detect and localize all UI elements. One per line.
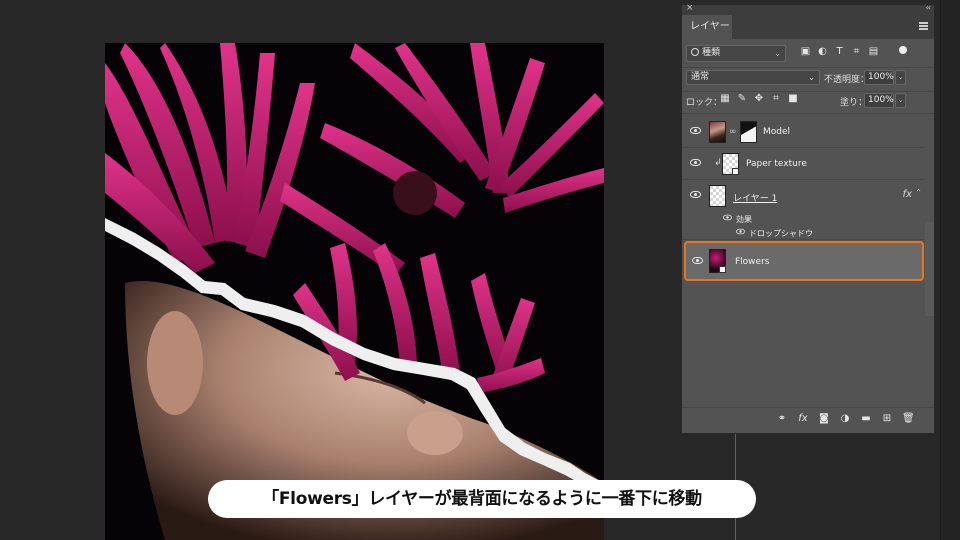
clipping-arrow-icon: ↲ [714, 158, 722, 168]
effects-label: 効果 [736, 215, 752, 224]
delete-layer-icon[interactable]: 🗑 [902, 413, 915, 425]
artwork-image [105, 43, 604, 540]
filter-kind-label: 種類 [702, 48, 721, 58]
layer-thumbnail [709, 185, 726, 207]
effects-visibility-icon[interactable] [723, 214, 732, 221]
layer-name: レイヤー 1 [733, 194, 778, 204]
visibility-eye-icon[interactable] [692, 257, 703, 264]
shape-filter-icon[interactable]: ⌗ [851, 46, 862, 57]
smart-object-badge-icon [719, 266, 726, 273]
lock-paint-icon[interactable]: ✎ [737, 94, 747, 104]
opacity-input[interactable]: 100% [864, 70, 894, 85]
lock-row: ロック： ▦ ✎ ✥ ⌗ ■ 塗り： 100% ⌄ [682, 91, 934, 108]
layers-scrollbar[interactable] [925, 222, 934, 316]
add-style-icon[interactable]: fx [797, 413, 809, 425]
panel-bottom-bar: ⚭ fx ◙ ◑ ▬ ⊞ 🗑 [682, 407, 934, 431]
layer-mask-thumbnail[interactable] [740, 121, 757, 143]
fx-icon[interactable]: fx [903, 189, 912, 200]
layer-model[interactable]: ∞ Model [682, 116, 924, 148]
chevron-up-icon[interactable]: ⌃ [915, 188, 922, 197]
opacity-label: 不透明度： [824, 75, 870, 85]
panel-tab-bar: レイヤー [682, 15, 934, 39]
document-canvas[interactable] [105, 43, 604, 540]
tab-layers[interactable]: レイヤー [682, 15, 732, 39]
fill-input[interactable]: 100% [864, 93, 894, 108]
blend-row: 通常 ⌄ 不透明度： 100% ⌄ [682, 67, 934, 85]
mask-link-icon[interactable]: ∞ [729, 127, 737, 137]
drop-shadow-effect[interactable]: ドロップシャドウ [749, 228, 813, 239]
lock-label: ロック： [686, 98, 723, 108]
lock-transparency-icon[interactable]: ▦ [720, 94, 730, 104]
link-layers-icon[interactable]: ⚭ [776, 413, 788, 425]
adjustment-layer-icon[interactable]: ◑ [839, 413, 851, 425]
layer-layer1[interactable]: レイヤー 1 fx ⌃ 効果 ドロップシャドウ [682, 180, 924, 240]
new-layer-icon[interactable]: ⊞ [881, 413, 893, 425]
visibility-eye-icon[interactable] [690, 191, 701, 198]
layer-thumbnail [709, 249, 726, 273]
close-panel-icon[interactable]: × [686, 3, 694, 13]
blend-mode-select[interactable]: 通常 ⌄ [686, 70, 820, 85]
smart-object-filter-icon[interactable]: ▤ [868, 46, 879, 57]
filter-row: 種類 ⌄ ▣ ◐ T ⌗ ▤ [682, 45, 934, 63]
filter-kind-select[interactable]: 種類 ⌄ [686, 45, 786, 62]
add-mask-icon[interactable]: ◙ [818, 413, 830, 425]
adjustment-filter-icon[interactable]: ◐ [817, 46, 828, 57]
fill-label: 塗り： [840, 98, 868, 108]
lock-all-icon[interactable]: ■ [788, 94, 798, 104]
blend-mode-value: 通常 [691, 72, 710, 82]
layer-paper-texture[interactable]: ↲ Paper texture [682, 148, 924, 180]
fill-dropdown-icon[interactable]: ⌄ [895, 93, 906, 108]
collapse-panel-icon[interactable]: ‹‹ [926, 3, 932, 12]
caption-banner: 「Flowers」レイヤーが最背面になるように一番下に移動 [208, 480, 756, 518]
layer-thumbnail [722, 153, 739, 175]
smart-object-badge-icon [732, 168, 739, 175]
visibility-eye-icon[interactable] [690, 159, 701, 166]
chevron-down-icon: ⌄ [808, 73, 815, 82]
lock-position-icon[interactable]: ✥ [754, 94, 764, 104]
search-icon [691, 48, 699, 56]
image-filter-icon[interactable]: ▣ [800, 46, 811, 57]
layer-name: Paper texture [746, 159, 807, 169]
layers-panel: × ‹‹ レイヤー 種類 ⌄ ▣ ◐ T ⌗ ▤ 通常 ⌄ 不透明度： 100%… [681, 3, 935, 434]
type-filter-icon[interactable]: T [834, 46, 845, 57]
lock-artboard-icon[interactable]: ⌗ [771, 94, 781, 104]
new-group-icon[interactable]: ▬ [860, 413, 872, 425]
layers-list: ∞ Model ↲ Paper texture レイヤー 1 fx ⌃ 効果 ド… [682, 113, 934, 409]
panel-title-bar: × ‹‹ [682, 3, 934, 15]
chevron-down-icon: ⌄ [774, 49, 781, 58]
visibility-eye-icon[interactable] [690, 127, 701, 134]
panel-menu-icon[interactable] [919, 22, 928, 30]
layer-flowers[interactable]: Flowers [684, 241, 924, 281]
filter-toggle[interactable] [899, 46, 907, 54]
layer-name: Flowers [735, 257, 770, 267]
drop-shadow-visibility-icon[interactable] [736, 228, 745, 235]
opacity-dropdown-icon[interactable]: ⌄ [895, 70, 906, 85]
layer-name: Model [763, 127, 791, 137]
right-edge-scroll-strip [940, 0, 960, 540]
layer-thumbnail [709, 121, 726, 143]
